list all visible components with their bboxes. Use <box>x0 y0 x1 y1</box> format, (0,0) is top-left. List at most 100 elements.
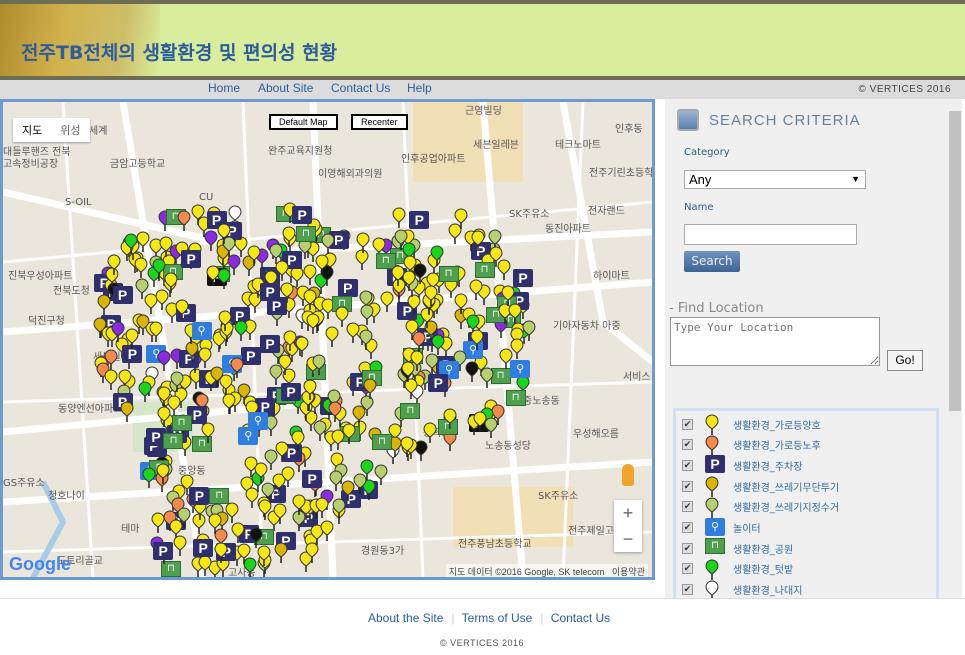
map-place-label: CU <box>199 192 214 203</box>
map-type-satellite[interactable]: 위성 <box>51 122 89 138</box>
parking-marker[interactable]: P <box>112 286 133 305</box>
map-place-label: 인후공업아파트 <box>401 154 466 165</box>
nav-bar: Home About Site Contact Us Help © VERTIC… <box>0 80 965 99</box>
park-marker[interactable]: ⊓ <box>171 414 192 431</box>
parking-marker[interactable]: P <box>259 334 280 353</box>
map-type-map[interactable]: 지도 <box>13 122 51 138</box>
footer-contact-link[interactable]: Contact Us <box>551 611 610 625</box>
parking-marker[interactable]: P <box>409 210 430 229</box>
legend-label: 생활환경_텃밭 <box>733 565 794 577</box>
legend-item[interactable]: ✔ P 생활환경_주차장 <box>682 455 802 475</box>
parking-marker[interactable]: P <box>266 296 287 315</box>
park-marker[interactable]: ⊓ <box>371 434 392 451</box>
zoom-in-button[interactable]: + <box>614 500 642 526</box>
map-place-label: 하이마트 <box>593 271 630 282</box>
site-footer: About the Site | Terms of Use | Contact Us… <box>0 598 965 655</box>
street-view-pegman-icon[interactable] <box>622 464 634 486</box>
search-criteria-icon <box>677 109 699 131</box>
nav-about-site[interactable]: About Site <box>258 81 313 95</box>
parking-marker[interactable]: P <box>428 374 449 393</box>
park-marker[interactable]: ⊓ <box>163 433 184 450</box>
legend-label: 생활환경_가로등노후 <box>733 441 821 453</box>
legend-item[interactable]: ✔ ⊓ 생활환경_공원 <box>682 538 793 558</box>
parking-marker[interactable]: P <box>189 486 210 505</box>
playground-marker-icon: ⚲ <box>705 517 729 538</box>
pin-marker-icon <box>705 580 729 601</box>
legend-item[interactable]: ✔ ⚲ 놀이터 <box>682 517 761 538</box>
parking-marker[interactable]: P <box>280 382 301 401</box>
map-place-label: SK주유소 <box>509 209 550 220</box>
map-place-label: 테마 <box>121 524 140 535</box>
park-marker[interactable]: ⊓ <box>295 226 316 243</box>
legend-item[interactable]: ✔ 생활환경_쓰레기무단투기 <box>682 476 839 498</box>
parking-marker-icon: P <box>705 455 729 475</box>
park-marker[interactable]: ⊓ <box>400 402 421 419</box>
pin-marker-icon <box>705 497 729 518</box>
zoom-control: + − <box>614 500 642 552</box>
legend-item[interactable]: ✔ 생활환경_텃밭 <box>682 559 794 580</box>
layer-checkbox[interactable]: ✔ <box>682 418 693 430</box>
site-header: 전주TB전체의 생활환경 및 편의성 현황 <box>0 0 965 80</box>
park-marker[interactable]: ⊓ <box>505 390 526 407</box>
map-attribution: 지도 데이터 ©2016 Google, SK telecom 이용약관 <box>445 564 648 577</box>
scrollbar-thumb[interactable] <box>949 111 961 411</box>
location-input[interactable] <box>670 317 880 366</box>
parking-marker[interactable]: P <box>292 206 313 225</box>
name-input[interactable] <box>684 224 857 245</box>
legend-item[interactable]: ✔ 생활환경_쓰레기지정수거 <box>682 497 839 518</box>
park-marker[interactable]: ⊓ <box>438 265 459 282</box>
terms-link[interactable]: 이용약관 <box>612 567 645 577</box>
map-place-label: 전북도청 <box>53 286 90 297</box>
map-place-label: 전자랜드 <box>588 206 625 217</box>
legend-item[interactable]: ✔ 생활환경_나대지 <box>682 580 803 601</box>
search-button[interactable]: Search <box>684 251 740 272</box>
nav-home[interactable]: Home <box>208 81 240 95</box>
layer-checkbox[interactable]: ✔ <box>682 439 693 451</box>
pin-marker-icon <box>705 559 729 580</box>
playground-marker[interactable]: ⚲ <box>510 360 531 379</box>
map-place-label: 기아자동차 아중 <box>553 321 621 332</box>
map-type-control: 지도 위성 <box>13 118 90 142</box>
category-select[interactable]: Any ▼ <box>684 170 866 189</box>
layer-checkbox[interactable]: ✔ <box>682 542 693 554</box>
footer-terms-link[interactable]: Terms of Use <box>462 611 533 625</box>
playground-marker[interactable]: ⚲ <box>191 321 212 340</box>
header-copyright: © VERTICES 2016 <box>858 84 951 95</box>
footer-about-link[interactable]: About the Site <box>368 611 443 625</box>
parking-marker[interactable]: P <box>181 250 202 269</box>
map-place-label: 세븐일레븐 <box>473 140 519 151</box>
parking-marker[interactable]: P <box>337 278 358 297</box>
pin-marker-icon <box>705 435 729 456</box>
map-place-label: SK주유소 <box>538 491 579 502</box>
layer-checkbox[interactable]: ✔ <box>682 563 693 575</box>
chevron-down-icon: ▼ <box>851 174 860 184</box>
layer-checkbox[interactable]: ✔ <box>682 459 693 471</box>
zoom-out-button[interactable]: − <box>614 526 642 552</box>
map-view[interactable]: 근영빌딩인후동세븐일레븐 테크노마트완주교육지원청인후공업아파트전주기린초등학교 금… <box>0 99 655 580</box>
legend-item[interactable]: ✔ 생활환경_가로등양호 <box>682 414 821 435</box>
google-logo: Google <box>9 554 71 574</box>
layer-checkbox[interactable]: ✔ <box>682 480 693 492</box>
footer-copyright: © VERTICES 2016 <box>440 638 524 648</box>
playground-marker[interactable]: ⚲ <box>238 426 259 445</box>
parking-marker[interactable]: P <box>302 469 323 488</box>
parking-marker[interactable]: P <box>240 346 261 365</box>
map-place-label: 경원동3가 <box>361 546 405 557</box>
go-button[interactable]: Go! <box>887 350 923 371</box>
legend-label: 생활환경_나대지 <box>733 586 803 598</box>
parking-marker[interactable]: P <box>193 538 214 557</box>
default-map-button[interactable]: Default Map <box>269 114 338 130</box>
layer-checkbox[interactable]: ✔ <box>682 584 693 596</box>
legend-item[interactable]: ✔ 생활환경_가로등노후 <box>682 435 821 456</box>
recenter-button[interactable]: Recenter <box>351 114 408 130</box>
parking-marker[interactable]: P <box>513 269 534 287</box>
layer-checkbox[interactable]: ✔ <box>682 501 693 513</box>
map-place-label: 청호나이 <box>48 491 85 502</box>
find-location-heading: - Find Location <box>669 301 764 316</box>
nav-contact-us[interactable]: Contact Us <box>331 81 390 95</box>
parking-marker[interactable]: P <box>153 542 174 561</box>
nav-help[interactable]: Help <box>407 81 432 95</box>
panel-scrollbar[interactable] <box>948 99 962 598</box>
layer-checkbox[interactable]: ✔ <box>682 522 693 533</box>
map-place-label: 우성해오름 <box>573 429 619 440</box>
